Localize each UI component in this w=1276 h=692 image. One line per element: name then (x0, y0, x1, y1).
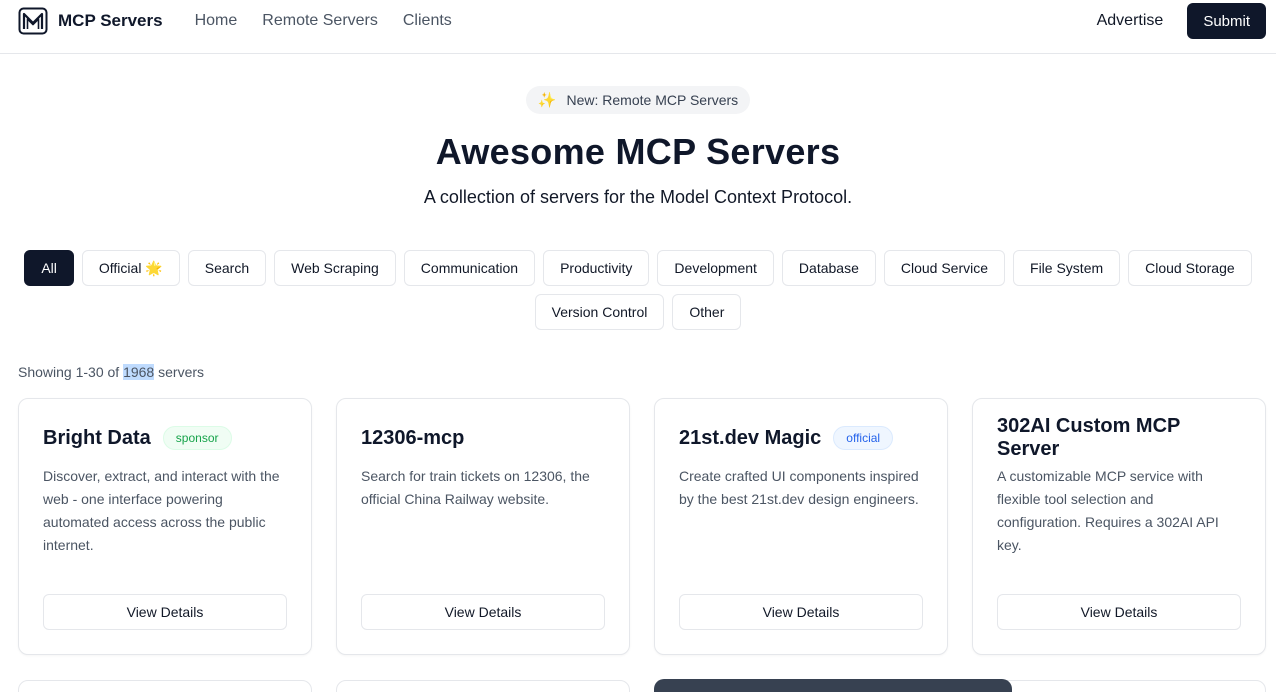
results-total: 1968 (123, 364, 155, 380)
view-details-button[interactable]: View Details (997, 594, 1241, 630)
header-bar: MCP Servers Home Remote Servers Clients … (18, 3, 1266, 39)
card-header: 302AI Custom MCP Server (997, 415, 1241, 460)
results-suffix: servers (154, 364, 205, 380)
card-title: Bright Data (43, 426, 151, 449)
next-card-row (18, 680, 1266, 692)
brand[interactable]: MCP Servers (18, 6, 163, 36)
filter-chip-version-control[interactable]: Version Control (534, 294, 665, 330)
filter-chip-all[interactable]: All (24, 250, 74, 286)
server-card-partial[interactable] (18, 680, 312, 692)
mcp-logo-icon (18, 7, 48, 35)
brand-name: MCP Servers (58, 11, 163, 30)
filter-chip-communication[interactable]: Communication (403, 250, 536, 286)
nav-clients[interactable]: Clients (403, 12, 452, 30)
results-prefix: Showing 1-30 of (18, 364, 124, 380)
server-card-grid: Bright Data sponsor Discover, extract, and… (18, 398, 1266, 655)
toast-overlay (654, 679, 1012, 692)
card-header: 12306-mcp (361, 423, 605, 453)
filter-chip-cloud-service[interactable]: Cloud Service (883, 250, 1006, 286)
server-card-partial[interactable] (972, 680, 1266, 692)
category-filters: All Official 🌟 Search Web Scraping Communica… (18, 250, 1258, 330)
card-title: 302AI Custom MCP Server (997, 415, 1181, 460)
filter-chip-official[interactable]: Official 🌟 (81, 250, 180, 286)
card-title: 12306-mcp (361, 426, 465, 449)
card-description: Create crafted UI components inspired by… (679, 468, 919, 507)
filter-chip-development[interactable]: Development (657, 250, 774, 286)
header-actions: Advertise Submit (1097, 3, 1266, 39)
sponsor-badge: sponsor (162, 426, 232, 450)
hero-section: ✨ New: Remote MCP Servers Awesome MCP Se… (0, 54, 1276, 208)
filter-chip-search[interactable]: Search (187, 250, 267, 286)
page-subtitle: A collection of servers for the Model Co… (423, 187, 853, 207)
server-card[interactable]: 12306-mcp Search for train tickets on 123… (336, 398, 630, 655)
filter-chip-cloud-storage[interactable]: Cloud Storage (1128, 250, 1252, 286)
filter-chip-web-scraping[interactable]: Web Scraping (274, 250, 396, 286)
server-card[interactable]: Bright Data sponsor Discover, extract, and… (18, 398, 312, 655)
nav-remote-servers[interactable]: Remote Servers (262, 12, 378, 30)
submit-button[interactable]: Submit (1187, 3, 1266, 39)
view-details-button[interactable]: View Details (43, 594, 287, 630)
site-header: MCP Servers Home Remote Servers Clients … (0, 0, 1276, 54)
announcement-text: New: Remote MCP Servers (566, 92, 739, 108)
card-title: 21st.dev Magic (679, 426, 822, 449)
page-title: Awesome MCP Servers (435, 131, 841, 172)
card-description: A customizable MCP service with flexible… (997, 468, 1219, 553)
filter-chip-database[interactable]: Database (781, 250, 876, 286)
sparkles-icon: ✨ (537, 92, 557, 109)
card-description: Search for train tickets on 12306, the o… (361, 468, 590, 507)
advertise-link[interactable]: Advertise (1097, 12, 1164, 30)
filter-chip-other[interactable]: Other (672, 294, 742, 330)
card-header: 21st.dev Magic official (679, 423, 923, 453)
server-card-partial[interactable] (336, 680, 630, 692)
main-nav: Home Remote Servers Clients (195, 12, 452, 30)
card-header: Bright Data sponsor (43, 423, 287, 453)
official-badge: official (833, 426, 894, 450)
view-details-button[interactable]: View Details (361, 594, 605, 630)
results-count: Showing 1-30 of 1968 servers (18, 364, 204, 380)
filter-chip-productivity[interactable]: Productivity (543, 250, 650, 286)
filter-chip-file-system[interactable]: File System (1013, 250, 1121, 286)
card-description: Discover, extract, and interact with the… (43, 468, 280, 553)
server-card[interactable]: 21st.dev Magic official Create crafted UI … (654, 398, 948, 655)
nav-home[interactable]: Home (195, 12, 238, 30)
view-details-button[interactable]: View Details (679, 594, 923, 630)
announcement-pill[interactable]: ✨ New: Remote MCP Servers (525, 86, 751, 114)
server-card[interactable]: 302AI Custom MCP Server A customizable MC… (972, 398, 1266, 655)
